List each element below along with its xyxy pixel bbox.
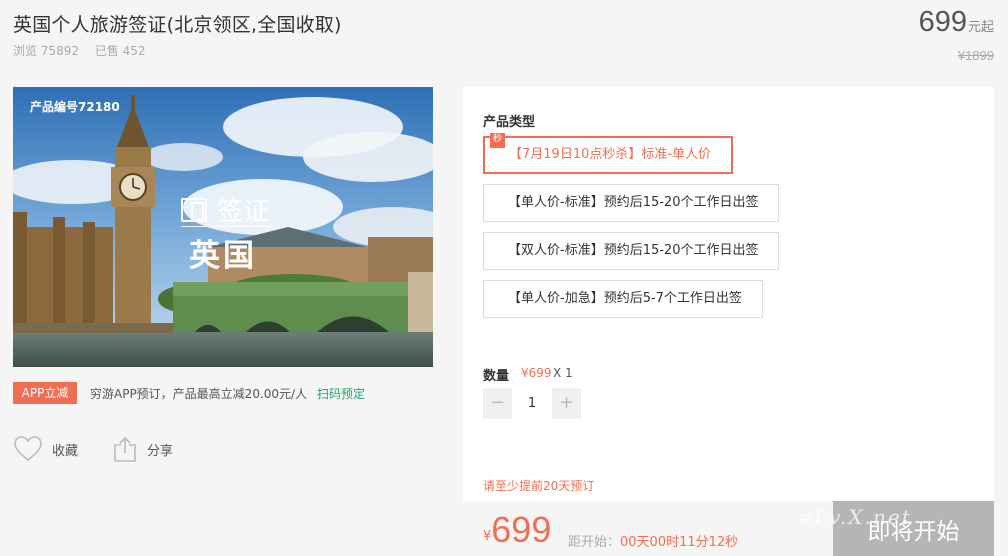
flash-sale-flag-icon: 秒: [490, 133, 505, 148]
original-price: ¥1899: [957, 48, 994, 63]
option-label: 【双人价-标准】预约后15-20个工作日出签: [508, 243, 759, 258]
option-label: 【7月19日10点秒杀】标准-单人价: [509, 147, 712, 162]
countdown-time: 00天00时11分12秒: [620, 535, 739, 550]
quantity-input[interactable]: 1: [512, 388, 552, 419]
product-title: 英国个人旅游签证(北京领区,全国收取): [13, 14, 342, 36]
scan-to-book-link[interactable]: 扫码预定: [317, 385, 365, 402]
product-option-flash-sale[interactable]: 秒 【7月19日10点秒杀】标准-单人价: [483, 133, 734, 174]
product-page: 英国个人旅游签证(北京领区,全国收取) 浏览 75892 已售 452 699元…: [0, 0, 1008, 556]
product-image: 产品编号72180 签证 英国: [13, 87, 433, 367]
unit-price: ¥699: [521, 366, 552, 380]
product-type-label: 产品类型: [483, 115, 536, 130]
visa-tag: 签证: [181, 191, 269, 228]
product-option-single-express[interactable]: 【单人价-加急】预约后5-7个工作日出签: [483, 280, 763, 318]
quantity-multiplier: X 1: [553, 366, 573, 380]
collect-label: 收藏: [52, 443, 79, 459]
option-label: 【单人价-标准】预约后15-20个工作日出签: [508, 195, 759, 210]
share-label: 分享: [147, 443, 174, 459]
decrease-button[interactable]: −: [483, 388, 512, 419]
order-panel: 产品类型 秒 【7月19日10点秒杀】标准-单人价 【单人价-标准】预约后15-…: [463, 87, 994, 556]
share-icon: [114, 436, 136, 462]
countdown: 距开始：00天00时11分12秒: [568, 531, 738, 550]
quantity-label: 数量: [483, 369, 510, 384]
watermark: eLv.X.net: [800, 505, 912, 529]
product-code: 产品编号72180: [30, 100, 120, 114]
checkout-bar: ¥699 距开始：00天00时11分12秒 即将开始: [463, 501, 994, 556]
passport-icon: [181, 197, 207, 222]
total-price-value: 699: [491, 509, 552, 550]
app-discount-badge: APP立减: [13, 382, 77, 404]
product-option-single-standard[interactable]: 【单人价-标准】预约后15-20个工作日出签: [483, 184, 780, 222]
app-discount-text: 穷游APP预订，产品最高立减20.00元/人: [90, 387, 308, 401]
visa-label: 签证: [217, 197, 270, 227]
product-stats: 浏览 75892 已售 452: [13, 42, 158, 59]
country-name: 英国: [189, 238, 257, 274]
starting-price-unit: 元起: [967, 20, 994, 35]
sold-count: 已售 452: [94, 44, 146, 58]
booking-notice: 请至少提前20天预订: [483, 479, 595, 493]
starting-price: 699元起: [919, 6, 994, 39]
product-option-double-standard[interactable]: 【双人价-标准】预约后15-20个工作日出签: [483, 232, 780, 270]
increase-button[interactable]: +: [552, 388, 581, 419]
option-label: 【单人价-加急】预约后5-7个工作日出签: [508, 291, 742, 306]
visa-divider: [181, 226, 275, 227]
total-price: ¥699: [483, 509, 551, 551]
views-count: 浏览 75892: [13, 44, 79, 58]
share-button[interactable]: 分享: [113, 436, 173, 462]
countdown-label: 距开始：: [568, 535, 621, 550]
heart-icon: [14, 436, 42, 462]
quantity-stepper: − 1 +: [483, 388, 581, 419]
collect-button[interactable]: 收藏: [14, 436, 78, 462]
starting-price-value: 699: [918, 6, 967, 38]
